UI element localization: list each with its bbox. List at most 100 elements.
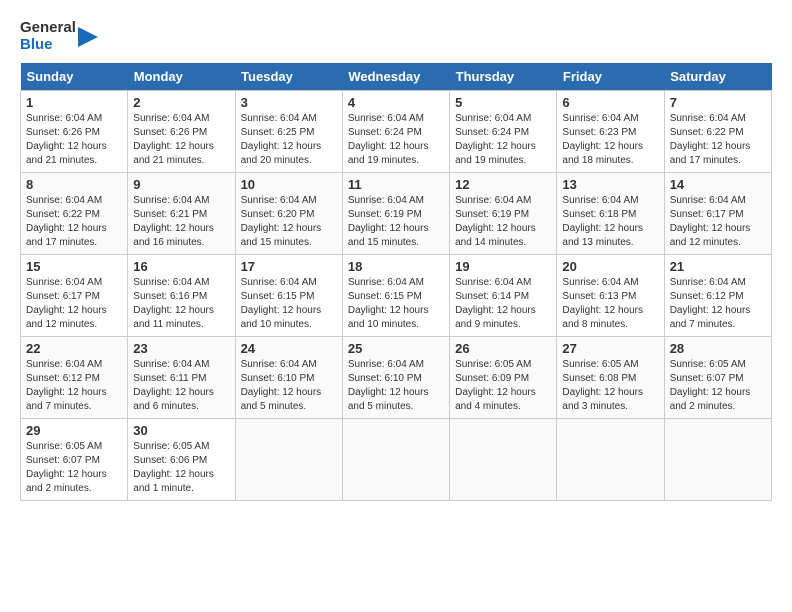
calendar-cell: 11 Sunrise: 6:04 AM Sunset: 6:19 PM Dayl…: [342, 173, 449, 255]
day-info: Sunrise: 6:04 AM Sunset: 6:15 PM Dayligh…: [241, 276, 337, 332]
day-info: Sunrise: 6:04 AM Sunset: 6:13 PM Dayligh…: [562, 276, 658, 332]
day-number: 8: [26, 177, 122, 192]
day-number: 14: [670, 177, 766, 192]
calendar-table: SundayMondayTuesdayWednesdayThursdayFrid…: [20, 63, 772, 501]
calendar-cell: 7 Sunrise: 6:04 AM Sunset: 6:22 PM Dayli…: [664, 91, 771, 173]
day-number: 3: [241, 95, 337, 110]
page-header: General Blue: [20, 20, 772, 53]
day-info: Sunrise: 6:04 AM Sunset: 6:15 PM Dayligh…: [348, 276, 444, 332]
calendar-cell: 6 Sunrise: 6:04 AM Sunset: 6:23 PM Dayli…: [557, 91, 664, 173]
day-number: 5: [455, 95, 551, 110]
day-info: Sunrise: 6:05 AM Sunset: 6:07 PM Dayligh…: [670, 358, 766, 414]
calendar-cell: 1 Sunrise: 6:04 AM Sunset: 6:26 PM Dayli…: [21, 91, 128, 173]
logo-blue: Blue: [20, 37, 76, 54]
day-number: 2: [133, 95, 229, 110]
day-info: Sunrise: 6:04 AM Sunset: 6:25 PM Dayligh…: [241, 112, 337, 168]
calendar-cell: 5 Sunrise: 6:04 AM Sunset: 6:24 PM Dayli…: [450, 91, 557, 173]
calendar-week-row: 22 Sunrise: 6:04 AM Sunset: 6:12 PM Dayl…: [21, 337, 772, 419]
day-info: Sunrise: 6:04 AM Sunset: 6:16 PM Dayligh…: [133, 276, 229, 332]
calendar-week-row: 8 Sunrise: 6:04 AM Sunset: 6:22 PM Dayli…: [21, 173, 772, 255]
day-info: Sunrise: 6:04 AM Sunset: 6:12 PM Dayligh…: [670, 276, 766, 332]
calendar-cell: 18 Sunrise: 6:04 AM Sunset: 6:15 PM Dayl…: [342, 255, 449, 337]
calendar-cell: 30 Sunrise: 6:05 AM Sunset: 6:06 PM Dayl…: [128, 419, 235, 501]
day-info: Sunrise: 6:04 AM Sunset: 6:22 PM Dayligh…: [26, 194, 122, 250]
day-number: 4: [348, 95, 444, 110]
weekday-header: Thursday: [450, 63, 557, 91]
calendar-cell: 13 Sunrise: 6:04 AM Sunset: 6:18 PM Dayl…: [557, 173, 664, 255]
day-info: Sunrise: 6:04 AM Sunset: 6:10 PM Dayligh…: [241, 358, 337, 414]
day-number: 21: [670, 259, 766, 274]
day-info: Sunrise: 6:04 AM Sunset: 6:10 PM Dayligh…: [348, 358, 444, 414]
calendar-cell: 4 Sunrise: 6:04 AM Sunset: 6:24 PM Dayli…: [342, 91, 449, 173]
calendar-cell: 17 Sunrise: 6:04 AM Sunset: 6:15 PM Dayl…: [235, 255, 342, 337]
calendar-cell: 8 Sunrise: 6:04 AM Sunset: 6:22 PM Dayli…: [21, 173, 128, 255]
day-number: 28: [670, 341, 766, 356]
day-info: Sunrise: 6:05 AM Sunset: 6:06 PM Dayligh…: [133, 440, 229, 496]
day-info: Sunrise: 6:04 AM Sunset: 6:14 PM Dayligh…: [455, 276, 551, 332]
weekday-header: Saturday: [664, 63, 771, 91]
calendar-cell: 21 Sunrise: 6:04 AM Sunset: 6:12 PM Dayl…: [664, 255, 771, 337]
weekday-header: Friday: [557, 63, 664, 91]
weekday-header: Wednesday: [342, 63, 449, 91]
calendar-cell: 12 Sunrise: 6:04 AM Sunset: 6:19 PM Dayl…: [450, 173, 557, 255]
day-number: 30: [133, 423, 229, 438]
calendar-cell: [664, 419, 771, 501]
day-number: 12: [455, 177, 551, 192]
weekday-header: Monday: [128, 63, 235, 91]
calendar-cell: [342, 419, 449, 501]
day-info: Sunrise: 6:04 AM Sunset: 6:19 PM Dayligh…: [455, 194, 551, 250]
calendar-cell: 22 Sunrise: 6:04 AM Sunset: 6:12 PM Dayl…: [21, 337, 128, 419]
day-number: 15: [26, 259, 122, 274]
day-number: 11: [348, 177, 444, 192]
calendar-cell: 3 Sunrise: 6:04 AM Sunset: 6:25 PM Dayli…: [235, 91, 342, 173]
calendar-cell: 26 Sunrise: 6:05 AM Sunset: 6:09 PM Dayl…: [450, 337, 557, 419]
day-number: 18: [348, 259, 444, 274]
weekday-header: Tuesday: [235, 63, 342, 91]
day-info: Sunrise: 6:04 AM Sunset: 6:22 PM Dayligh…: [670, 112, 766, 168]
day-info: Sunrise: 6:05 AM Sunset: 6:09 PM Dayligh…: [455, 358, 551, 414]
day-info: Sunrise: 6:04 AM Sunset: 6:17 PM Dayligh…: [670, 194, 766, 250]
day-info: Sunrise: 6:04 AM Sunset: 6:18 PM Dayligh…: [562, 194, 658, 250]
weekday-header-row: SundayMondayTuesdayWednesdayThursdayFrid…: [21, 63, 772, 91]
calendar-week-row: 1 Sunrise: 6:04 AM Sunset: 6:26 PM Dayli…: [21, 91, 772, 173]
day-number: 24: [241, 341, 337, 356]
calendar-cell: 2 Sunrise: 6:04 AM Sunset: 6:26 PM Dayli…: [128, 91, 235, 173]
calendar-cell: 9 Sunrise: 6:04 AM Sunset: 6:21 PM Dayli…: [128, 173, 235, 255]
calendar-cell: 25 Sunrise: 6:04 AM Sunset: 6:10 PM Dayl…: [342, 337, 449, 419]
calendar-cell: 24 Sunrise: 6:04 AM Sunset: 6:10 PM Dayl…: [235, 337, 342, 419]
logo: General Blue: [20, 20, 98, 53]
day-info: Sunrise: 6:04 AM Sunset: 6:21 PM Dayligh…: [133, 194, 229, 250]
day-number: 27: [562, 341, 658, 356]
calendar-week-row: 29 Sunrise: 6:05 AM Sunset: 6:07 PM Dayl…: [21, 419, 772, 501]
day-number: 29: [26, 423, 122, 438]
day-info: Sunrise: 6:05 AM Sunset: 6:07 PM Dayligh…: [26, 440, 122, 496]
day-number: 16: [133, 259, 229, 274]
day-number: 26: [455, 341, 551, 356]
day-number: 7: [670, 95, 766, 110]
calendar-cell: [450, 419, 557, 501]
day-info: Sunrise: 6:04 AM Sunset: 6:26 PM Dayligh…: [133, 112, 229, 168]
day-info: Sunrise: 6:04 AM Sunset: 6:26 PM Dayligh…: [26, 112, 122, 168]
calendar-cell: 10 Sunrise: 6:04 AM Sunset: 6:20 PM Dayl…: [235, 173, 342, 255]
day-info: Sunrise: 6:04 AM Sunset: 6:20 PM Dayligh…: [241, 194, 337, 250]
calendar-cell: 14 Sunrise: 6:04 AM Sunset: 6:17 PM Dayl…: [664, 173, 771, 255]
day-number: 17: [241, 259, 337, 274]
calendar-cell: 16 Sunrise: 6:04 AM Sunset: 6:16 PM Dayl…: [128, 255, 235, 337]
day-number: 6: [562, 95, 658, 110]
day-info: Sunrise: 6:04 AM Sunset: 6:19 PM Dayligh…: [348, 194, 444, 250]
day-number: 22: [26, 341, 122, 356]
day-number: 9: [133, 177, 229, 192]
weekday-header: Sunday: [21, 63, 128, 91]
day-info: Sunrise: 6:04 AM Sunset: 6:23 PM Dayligh…: [562, 112, 658, 168]
calendar-cell: [557, 419, 664, 501]
day-number: 25: [348, 341, 444, 356]
day-info: Sunrise: 6:05 AM Sunset: 6:08 PM Dayligh…: [562, 358, 658, 414]
day-number: 23: [133, 341, 229, 356]
calendar-cell: [235, 419, 342, 501]
day-number: 20: [562, 259, 658, 274]
day-info: Sunrise: 6:04 AM Sunset: 6:11 PM Dayligh…: [133, 358, 229, 414]
day-info: Sunrise: 6:04 AM Sunset: 6:24 PM Dayligh…: [348, 112, 444, 168]
calendar-cell: 28 Sunrise: 6:05 AM Sunset: 6:07 PM Dayl…: [664, 337, 771, 419]
calendar-cell: 20 Sunrise: 6:04 AM Sunset: 6:13 PM Dayl…: [557, 255, 664, 337]
calendar-cell: 15 Sunrise: 6:04 AM Sunset: 6:17 PM Dayl…: [21, 255, 128, 337]
